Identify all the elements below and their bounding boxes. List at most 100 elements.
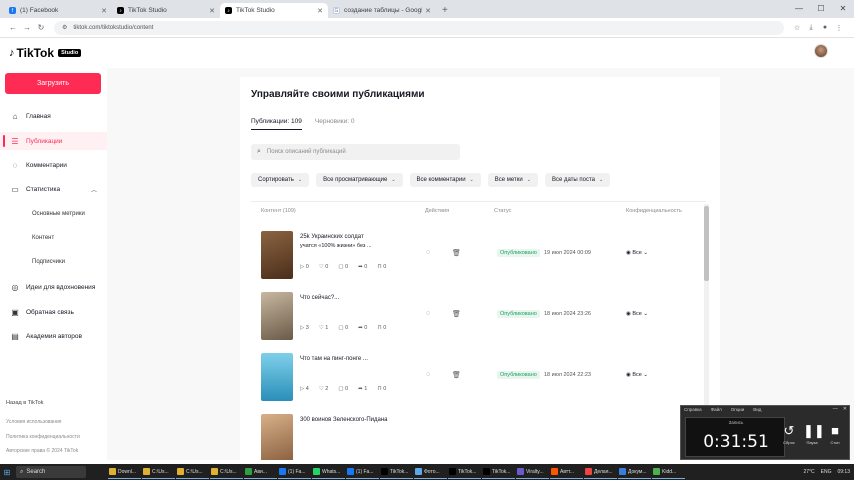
table-row[interactable]: Что там на пинг-понге ... ▷ 4 ♡ 2 ▢ 0 ➦ … — [251, 353, 706, 411]
taskbar-app[interactable]: Whats... — [312, 465, 345, 479]
browser-tab[interactable]: ♪ TikTok Studio ✕ — [112, 3, 220, 18]
taskbar-app[interactable]: C:\Us... — [142, 465, 175, 479]
table-row[interactable]: 300 воинов Зеленского-Пидана — [251, 414, 706, 460]
minimize-icon[interactable]: — — [833, 406, 838, 412]
delete-icon[interactable]: 🗑 — [452, 249, 461, 257]
post-title[interactable]: Что сейчас?... — [300, 295, 339, 301]
privacy-link[interactable]: Политика конфиденциальности — [6, 434, 80, 440]
video-thumbnail[interactable] — [261, 353, 293, 401]
star-icon[interactable]: ☆ — [790, 24, 804, 32]
maximize-icon[interactable]: ☐ — [810, 0, 832, 18]
close-tab-icon[interactable]: ✕ — [425, 7, 431, 15]
clock[interactable]: 09:13 — [837, 469, 850, 475]
pause-button[interactable]: ❚❚ Пауза — [803, 422, 825, 445]
filter-viewers[interactable]: Все просматривающие ⌄ — [316, 173, 403, 187]
sidebar-subitem-overview[interactable]: Основные метрики — [32, 211, 85, 217]
upload-button[interactable]: Загрузить — [5, 73, 101, 94]
video-thumbnail[interactable] — [261, 414, 293, 460]
close-tab-icon[interactable]: ✕ — [317, 7, 323, 15]
privacy-select[interactable]: ◉ Все ⌄ — [626, 311, 648, 317]
taskbar-app[interactable]: Ави... — [244, 465, 277, 479]
taskbar-app[interactable]: Kidd... — [652, 465, 685, 479]
windows-start-icon[interactable]: ⊞ — [0, 468, 14, 477]
table-row[interactable]: 25k Украинских солдат учатся «100% жизни… — [251, 231, 706, 289]
sidebar-item-feedback[interactable]: ▣ Обратная связь — [0, 303, 107, 321]
video-thumbnail[interactable] — [261, 231, 293, 279]
comment-icon[interactable]: ◌ — [426, 310, 430, 317]
taskbar-app[interactable]: (1) Fa... — [346, 465, 379, 479]
taskbar-app[interactable]: Viralty... — [516, 465, 549, 479]
taskbar-app[interactable]: TikTok... — [482, 465, 515, 479]
tab-posts[interactable]: Публикации: 109 — [251, 118, 302, 130]
sidebar-item-analytics[interactable]: ▭ Статистика ︿ — [0, 180, 107, 198]
taskbar-app[interactable]: Фото... — [414, 465, 447, 479]
avatar[interactable] — [814, 44, 828, 58]
browser-tab[interactable]: G создание таблицы - Google Search ✕ — [328, 3, 436, 18]
table-row[interactable]: Что сейчас?... ▷ 3 ♡ 1 ▢ 0 ➦ 0 ⊓ 0 ◌ 🗑 О… — [251, 292, 706, 350]
back-to-tiktok-link[interactable]: Назад в TikTok — [6, 400, 43, 406]
new-tab-button[interactable]: + — [442, 3, 448, 18]
tiktok-logo[interactable]: ♪ TikTok Studio — [9, 46, 82, 60]
weather-text[interactable]: 27°C — [803, 469, 814, 475]
sidebar-subitem-content[interactable]: Контент — [32, 235, 54, 241]
forward-icon[interactable]: → — [20, 23, 34, 32]
recorder-menu-item[interactable]: Справка — [684, 407, 702, 412]
menu-icon[interactable]: ⋮ — [832, 24, 846, 32]
sidebar-item-label: Главная — [26, 112, 51, 120]
filter-tags[interactable]: Все метки ⌄ — [487, 173, 538, 187]
column-content[interactable]: Контент (109) — [261, 208, 296, 214]
taskbar-app[interactable]: Автт... — [550, 465, 583, 479]
url-field[interactable]: ⚙ tiktok.com/tiktokstudio/content — [54, 20, 784, 35]
taskbar-app[interactable]: TikTok... — [448, 465, 481, 479]
sidebar-item-academy[interactable]: ▤ Академия авторов — [0, 327, 107, 345]
post-title[interactable]: 25k Украинских солдат — [300, 234, 364, 240]
tab-drafts[interactable]: Черновики: 0 — [315, 118, 355, 130]
delete-icon[interactable]: 🗑 — [452, 371, 461, 379]
privacy-select[interactable]: ◉ Все ⌄ — [626, 250, 648, 256]
profile-icon[interactable]: ● — [818, 24, 832, 32]
sidebar-subitem-followers[interactable]: Подписчики — [32, 259, 65, 265]
browser-tab-active[interactable]: ♪ TikTok Studio ✕ — [220, 3, 328, 18]
sidebar-item-home[interactable]: ⌂ Главная — [0, 107, 107, 125]
video-thumbnail[interactable] — [261, 292, 293, 340]
comment-icon[interactable]: ◌ — [426, 371, 430, 378]
taskbar-search[interactable]: ⌕ Search — [16, 466, 86, 478]
recorder-menu-item[interactable]: Вид — [753, 407, 761, 412]
language-indicator[interactable]: ENG — [821, 469, 832, 475]
taskbar-app[interactable]: (1) Fa... — [278, 465, 311, 479]
recorder-menu-item[interactable]: Опции — [731, 407, 745, 412]
taskbar-app[interactable]: C:\Us... — [176, 465, 209, 479]
stop-button[interactable]: ■ Стоп — [826, 422, 844, 445]
close-icon[interactable]: ✕ — [843, 406, 847, 412]
delete-icon[interactable]: 🗑 — [452, 310, 461, 318]
minimize-icon[interactable]: — — [788, 0, 810, 18]
taskbar-app[interactable]: TikTok... — [380, 465, 413, 479]
privacy-select[interactable]: ◉ Все ⌄ — [626, 372, 648, 378]
tab-title: (1) Facebook — [20, 7, 59, 14]
site-info-icon[interactable]: ⚙ — [62, 24, 67, 31]
browser-tab[interactable]: f (1) Facebook ✕ — [4, 3, 112, 18]
sidebar-item-posts[interactable]: ☰ Публикации — [0, 132, 107, 150]
taskbar-app[interactable]: Делая... — [584, 465, 617, 479]
filter-dates[interactable]: Все даты поста ⌄ — [544, 173, 611, 187]
reload-icon[interactable]: ↻ — [34, 23, 48, 32]
filter-comments[interactable]: Все комментарии ⌄ — [409, 173, 481, 187]
recorder-menu-item[interactable]: Файл — [711, 407, 722, 412]
taskbar-app[interactable]: Downl... — [108, 465, 141, 479]
close-tab-icon[interactable]: ✕ — [209, 7, 215, 15]
search-input[interactable]: ⌕ Поиск описаний публикаций — [251, 144, 460, 160]
terms-link[interactable]: Условия использования — [6, 419, 62, 425]
taskbar-app[interactable]: C:\Us... — [210, 465, 243, 479]
download-icon[interactable]: ⤓ — [804, 24, 818, 32]
close-window-icon[interactable]: ✕ — [832, 0, 854, 18]
reset-button[interactable]: ↺ Сброс — [780, 422, 798, 445]
back-icon[interactable]: ← — [6, 23, 20, 32]
sidebar-item-inspiration[interactable]: ◎ Идеи для вдохновения — [0, 278, 107, 296]
post-title[interactable]: 300 воинов Зеленского-Пидана — [300, 417, 387, 423]
comment-icon[interactable]: ◌ — [426, 249, 430, 256]
close-tab-icon[interactable]: ✕ — [101, 7, 107, 15]
sidebar-item-comments[interactable]: ◌ Комментарии — [0, 156, 107, 174]
taskbar-app[interactable]: Докум... — [618, 465, 651, 479]
post-title[interactable]: Что там на пинг-понге ... — [300, 356, 368, 362]
filter-sort[interactable]: Сортировать ⌄ — [251, 173, 310, 187]
